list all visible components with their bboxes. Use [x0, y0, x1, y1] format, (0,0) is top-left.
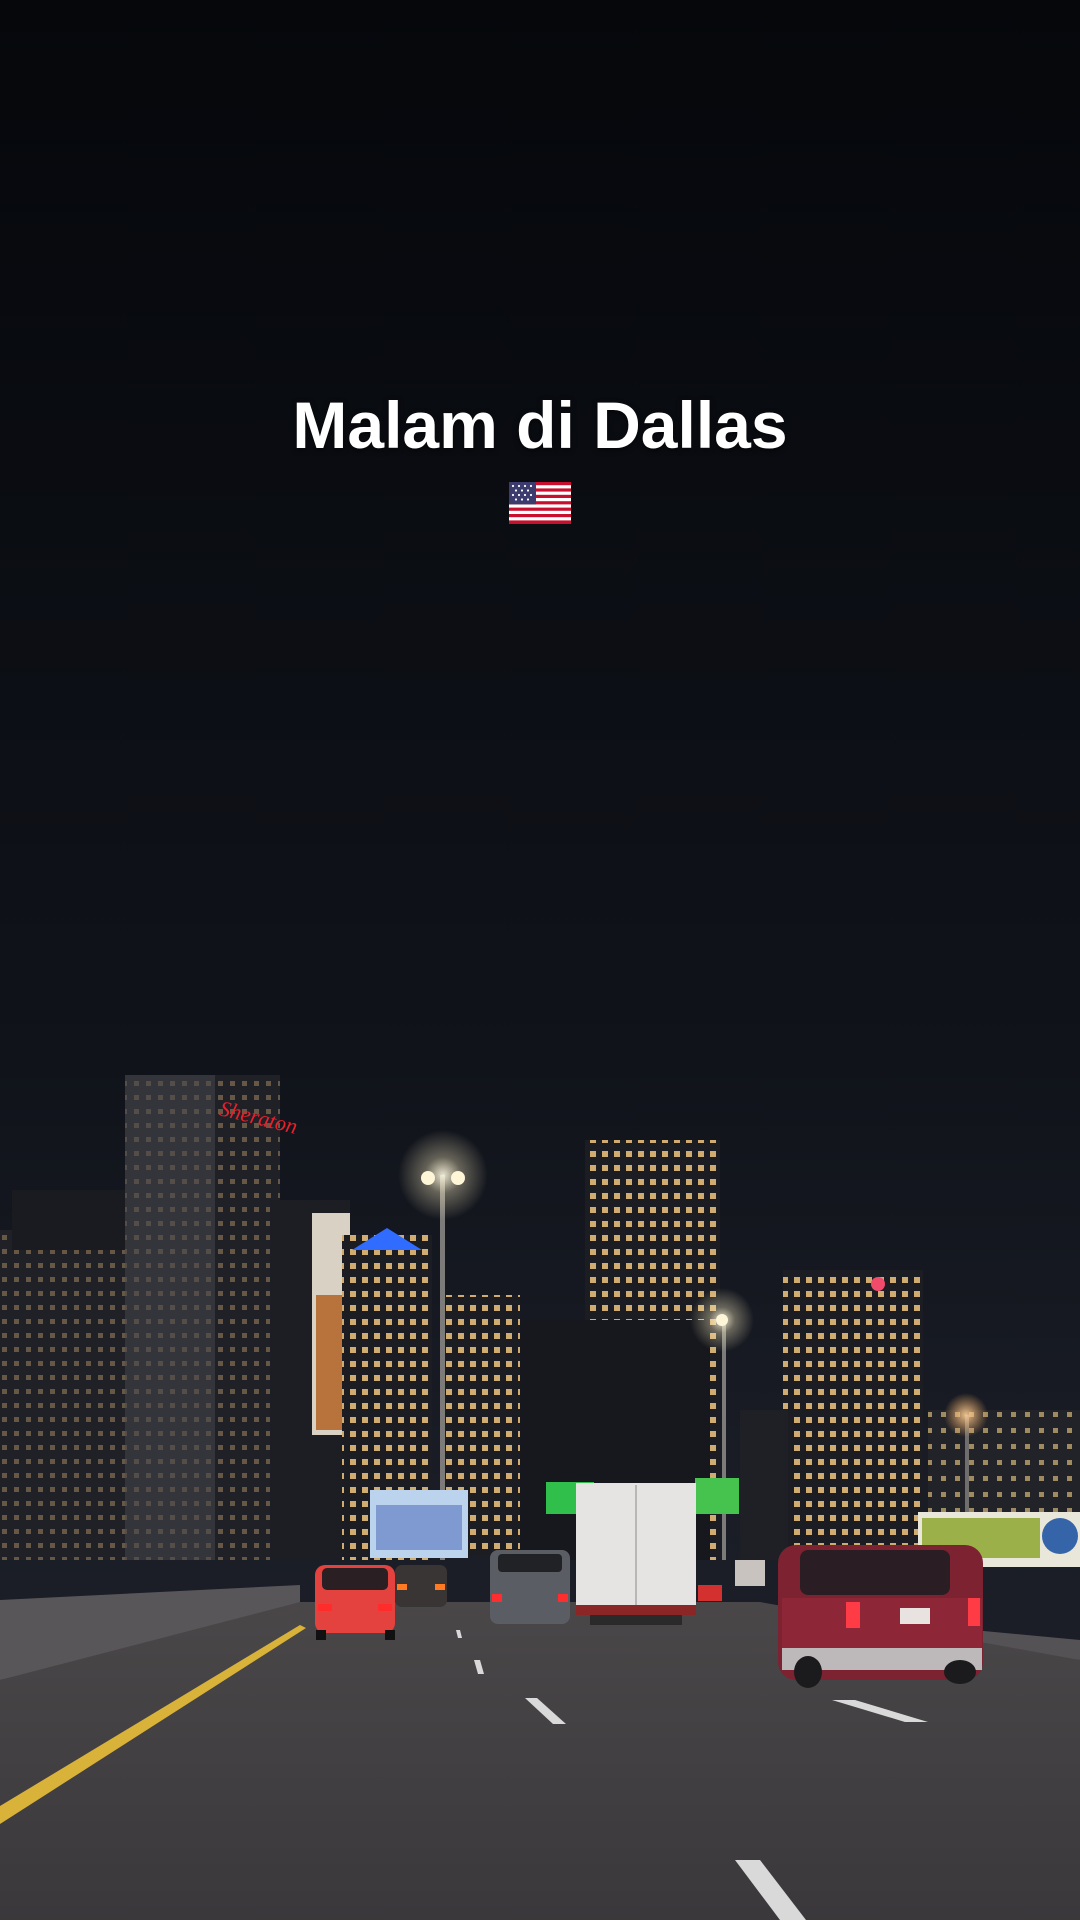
video-caption-title: Malam di Dallas [292, 388, 788, 462]
us-flag-icon [509, 482, 571, 524]
dark-car-center [395, 1565, 447, 1607]
pickup-truck [490, 1550, 570, 1624]
building-left-back [12, 1190, 132, 1250]
streetlight-pole-mid [722, 1320, 726, 1560]
semi-trailer [576, 1483, 696, 1625]
right-tower [783, 1270, 923, 1560]
red-car-left [315, 1565, 395, 1640]
highway-sign-green-right [695, 1478, 739, 1514]
dallas-night-highway-photo: Sheraton [0, 0, 1080, 1920]
red-minivan-right [778, 1545, 983, 1688]
photo-frame: Sheraton Malam di Dallas [0, 0, 1080, 1920]
